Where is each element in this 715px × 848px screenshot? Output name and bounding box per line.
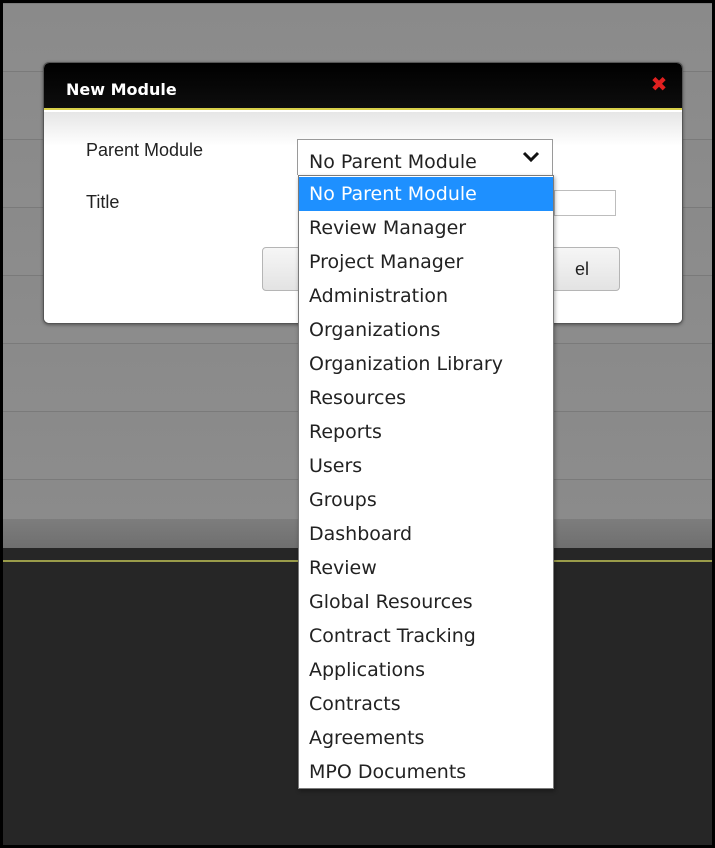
select-current-value: No Parent Module — [309, 151, 477, 173]
screen-frame: New Module ✖ Parent Module Title el No P… — [0, 0, 715, 848]
dropdown-option[interactable]: Organizations — [299, 313, 553, 347]
parent-module-select[interactable]: No Parent Module — [297, 139, 553, 175]
dropdown-option[interactable]: Global Resources — [299, 585, 553, 619]
dropdown-option[interactable]: Groups — [299, 483, 553, 517]
dropdown-option[interactable]: Agreements — [299, 721, 553, 755]
dialog-title: New Module — [66, 80, 177, 99]
parent-module-label: Parent Module — [86, 140, 204, 160]
dropdown-option[interactable]: Administration — [299, 279, 553, 313]
parent-module-options-list: No Parent Module Review Manager Project Ma… — [298, 175, 554, 789]
dropdown-option[interactable]: Dashboard — [299, 517, 553, 551]
chevron-down-icon — [522, 151, 540, 163]
dropdown-option[interactable]: MPO Documents — [299, 755, 553, 789]
dialog-header: New Module ✖ — [44, 63, 682, 110]
dropdown-option[interactable]: Resources — [299, 381, 553, 415]
dropdown-option[interactable]: Users — [299, 449, 553, 483]
dropdown-option[interactable]: Contracts — [299, 687, 553, 721]
dropdown-option[interactable]: Review Manager — [299, 211, 553, 245]
dropdown-option[interactable]: Reports — [299, 415, 553, 449]
dropdown-option[interactable]: Organization Library — [299, 347, 553, 381]
title-input[interactable] — [554, 190, 616, 216]
dropdown-option[interactable]: Review — [299, 551, 553, 585]
dropdown-option[interactable]: Applications — [299, 653, 553, 687]
dropdown-option[interactable]: Project Manager — [299, 245, 553, 279]
dropdown-option[interactable]: Contract Tracking — [299, 619, 553, 653]
close-icon[interactable]: ✖ — [650, 74, 668, 94]
dropdown-option[interactable]: No Parent Module — [299, 177, 553, 211]
title-label: Title — [86, 192, 120, 212]
